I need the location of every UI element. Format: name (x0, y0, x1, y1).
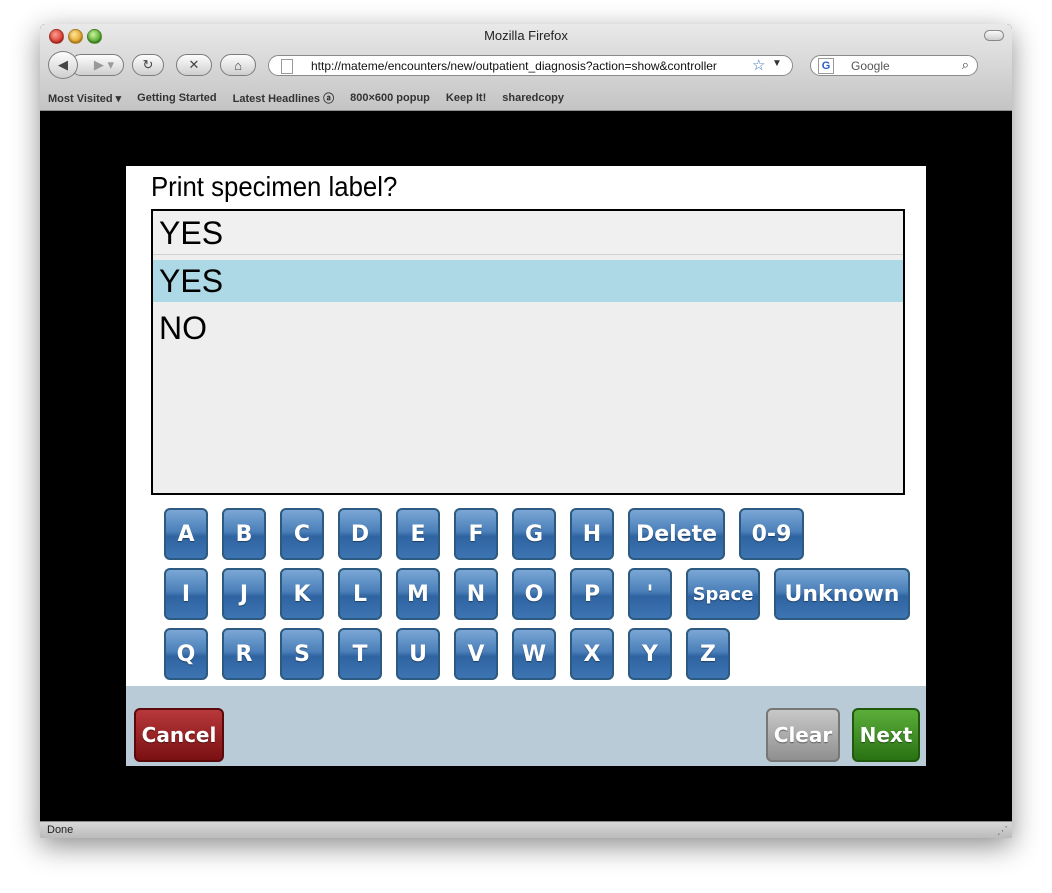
page-icon (281, 59, 293, 74)
question-label: Print specimen label? (151, 171, 398, 202)
home-icon: ⌂ (234, 57, 242, 73)
cancel-button[interactable]: Cancel (134, 708, 224, 762)
key-g[interactable]: G (512, 508, 556, 560)
url-text[interactable]: http://mateme/encounters/new/outpatient_… (311, 59, 719, 73)
key-t[interactable]: T (338, 628, 382, 680)
answer-input[interactable]: YES (153, 211, 903, 255)
key-k[interactable]: K (280, 568, 324, 620)
key-r[interactable]: R (222, 628, 266, 680)
key-a[interactable]: A (164, 508, 208, 560)
status-bar: Done ⋰ (40, 821, 1012, 838)
touchscreen-form: Print specimen label? YES YES NO A B C D… (126, 166, 926, 766)
key-c[interactable]: C (280, 508, 324, 560)
toolbar-toggle-button[interactable] (984, 30, 1004, 41)
toolbar-area: Mozilla Firefox ◀ ▶ ▾ ↻ ✕ ⌂ http://matem… (40, 24, 1012, 111)
key-o[interactable]: O (512, 568, 556, 620)
option-yes[interactable]: YES (153, 260, 903, 302)
bookmark-sharedcopy[interactable]: sharedcopy (502, 92, 564, 104)
key-j[interactable]: J (222, 568, 266, 620)
google-engine-icon[interactable]: G (818, 58, 834, 74)
url-dropdown-icon[interactable]: ▼ (772, 58, 782, 69)
key-x[interactable]: X (570, 628, 614, 680)
key-u[interactable]: U (396, 628, 440, 680)
next-button[interactable]: Next (852, 708, 920, 762)
stop-icon: ✕ (188, 57, 200, 72)
space-key[interactable]: Space (686, 568, 760, 620)
unknown-key[interactable]: Unknown (774, 568, 910, 620)
key-n[interactable]: N (454, 568, 498, 620)
key-q[interactable]: Q (164, 628, 208, 680)
key-s[interactable]: S (280, 628, 324, 680)
bookmarks-bar: Most Visited ▾ Getting Started Latest He… (40, 86, 1012, 110)
bookmark-latest-headlines[interactable]: Latest Headlines ⓐ (233, 90, 334, 106)
key-h[interactable]: H (570, 508, 614, 560)
key-w[interactable]: W (512, 628, 556, 680)
stop-button[interactable]: ✕ (176, 54, 212, 76)
numbers-key[interactable]: 0-9 (739, 508, 804, 560)
bookmark-keep-it[interactable]: Keep It! (446, 92, 486, 104)
resize-grip-icon[interactable]: ⋰ (997, 824, 1008, 837)
forward-button[interactable]: ▶ ▾ (70, 54, 124, 76)
search-bar[interactable]: G Google ⌕ (810, 55, 978, 76)
option-no[interactable]: NO (153, 307, 903, 349)
key-v[interactable]: V (454, 628, 498, 680)
key-y[interactable]: Y (628, 628, 672, 680)
search-icon[interactable]: ⌕ (962, 57, 969, 73)
clear-button[interactable]: Clear (766, 708, 840, 762)
key-b[interactable]: B (222, 508, 266, 560)
forward-arrow-icon: ▶ ▾ (93, 57, 115, 72)
back-arrow-icon: ◀ (58, 57, 68, 72)
key-l[interactable]: L (338, 568, 382, 620)
key-d[interactable]: D (338, 508, 382, 560)
home-button[interactable]: ⌂ (220, 54, 256, 76)
search-placeholder: Google (851, 59, 890, 73)
bookmark-getting-started[interactable]: Getting Started (137, 92, 216, 104)
window-title: Mozilla Firefox (484, 28, 568, 43)
url-bar[interactable]: http://mateme/encounters/new/outpatient_… (268, 55, 793, 76)
key-i[interactable]: I (164, 568, 208, 620)
key-e[interactable]: E (396, 508, 440, 560)
back-button[interactable]: ◀ (48, 51, 78, 79)
key-m[interactable]: M (396, 568, 440, 620)
key-p[interactable]: P (570, 568, 614, 620)
bookmark-popup[interactable]: 800×600 popup (350, 92, 430, 104)
status-text: Done (47, 824, 74, 836)
action-footer: Cancel Clear Next (126, 686, 926, 766)
key-f[interactable]: F (454, 508, 498, 560)
delete-key[interactable]: Delete (628, 508, 725, 560)
options-listbox: YES YES NO (151, 209, 905, 495)
apostrophe-key[interactable]: ' (628, 568, 672, 620)
bookmark-most-visited[interactable]: Most Visited ▾ (48, 92, 121, 105)
browser-window: Mozilla Firefox ◀ ▶ ▾ ↻ ✕ ⌂ http://matem… (40, 24, 1012, 838)
bookmark-star-icon[interactable]: ☆ (752, 56, 765, 74)
reload-button[interactable]: ↻ (132, 54, 164, 76)
key-z[interactable]: Z (686, 628, 730, 680)
reload-icon: ↻ (142, 57, 154, 72)
